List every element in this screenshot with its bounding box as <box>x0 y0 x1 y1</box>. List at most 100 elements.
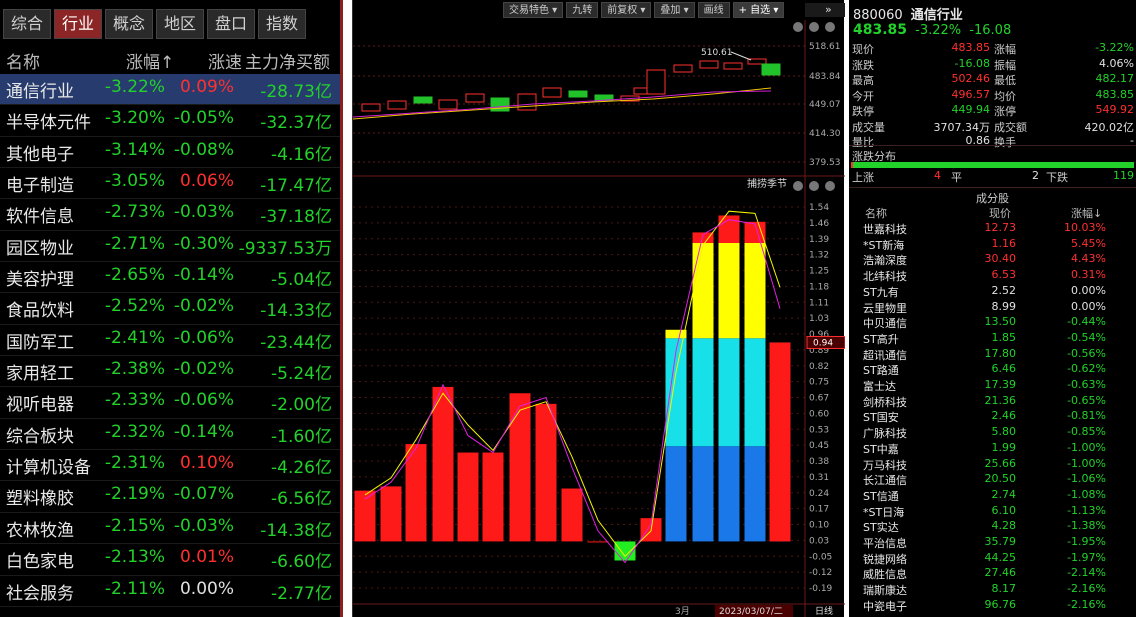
tab-1[interactable]: 行业 <box>54 9 102 39</box>
component-row[interactable]: 世嘉科技 12.73 10.03% <box>849 220 1136 236</box>
component-row[interactable]: 中贝通信 13.50 -0.44% <box>849 314 1136 330</box>
component-price: 8.17 <box>991 582 1017 596</box>
component-name: 剑桥科技 <box>863 395 907 409</box>
sector-row[interactable]: 电子制造 -3.05% 0.06% -17.47亿 <box>0 168 340 200</box>
component-row[interactable]: 北纬科技 6.53 0.31% <box>849 267 1136 283</box>
header-speed[interactable]: 涨速 <box>208 48 242 73</box>
component-row[interactable]: ST九有 2.52 0.00% <box>849 283 1136 299</box>
sector-netflow: -28.73亿 <box>260 82 332 102</box>
indicator-tick: 1.03 <box>809 314 829 324</box>
sector-row[interactable]: 社会服务 -2.11% 0.00% -2.77亿 <box>0 576 340 607</box>
toolbar-button-4[interactable]: 画线 <box>697 2 730 18</box>
component-row[interactable]: 平治信息 35.79 -1.95% <box>849 534 1136 550</box>
toolbar-button-2[interactable]: 前复权 ▾ <box>601 2 652 18</box>
sector-list-header: 名称 涨幅↑ 涨速 主力净买额 <box>0 44 340 74</box>
tab-0[interactable]: 综合 <box>3 9 51 39</box>
sector-name: 家用轻工 <box>6 364 74 385</box>
indicator-chart[interactable]: 1.541.461.391.321.251.181.111.030.960.89… <box>353 177 845 617</box>
component-change: -1.00% <box>1067 440 1106 454</box>
component-row[interactable]: 长江通信 20.50 -1.06% <box>849 471 1136 487</box>
component-row[interactable]: *ST新海 1.16 5.45% <box>849 236 1136 252</box>
sector-row[interactable]: 软件信息 -2.73% -0.03% -37.18亿 <box>0 199 340 231</box>
header-change[interactable]: 涨幅↑ <box>126 48 174 73</box>
indicator-tick: 0.24 <box>809 489 829 499</box>
sector-row[interactable]: 白色家电 -2.13% 0.01% -6.60亿 <box>0 544 340 576</box>
gear-icon[interactable] <box>793 181 803 191</box>
quote-label: 换手 <box>994 136 1016 149</box>
tab-5[interactable]: 指数 <box>258 9 306 39</box>
header-netflow[interactable]: 主力净买额 <box>245 48 330 73</box>
component-row[interactable]: ST中嘉 1.99 -1.00% <box>849 440 1136 456</box>
component-row[interactable]: *ST日海 6.10 -1.13% <box>849 503 1136 519</box>
candle <box>413 96 433 104</box>
toolbar-button-5[interactable]: + 自选 ▾ <box>732 2 785 18</box>
comp-header-name[interactable]: 名称 <box>865 205 887 221</box>
component-row[interactable]: 剑桥科技 21.36 -0.65% <box>849 393 1136 409</box>
sector-row[interactable]: 塑料橡胶 -2.19% -0.07% -6.56亿 <box>0 481 340 513</box>
comp-header-price[interactable]: 现价 <box>989 205 1011 221</box>
component-name: 中贝通信 <box>863 317 907 331</box>
toolbar-button-1[interactable]: 九转 <box>566 2 599 18</box>
sector-row[interactable]: 农林牧渔 -2.15% -0.03% -14.38亿 <box>0 513 340 545</box>
sector-row[interactable]: 半导体元件 -3.20% -0.05% -32.37亿 <box>0 105 340 137</box>
sector-speed: 0.10% <box>179 453 234 474</box>
sector-row[interactable]: 其他电子 -3.14% -0.08% -4.16亿 <box>0 137 340 169</box>
component-row[interactable]: ST国安 2.46 -0.81% <box>849 408 1136 424</box>
period-label[interactable]: 日线 <box>815 605 833 617</box>
close-icon[interactable] <box>825 22 835 32</box>
component-row[interactable]: ST信通 2.74 -1.08% <box>849 487 1136 503</box>
comp-header-change[interactable]: 涨幅↓ <box>1071 205 1102 221</box>
gear-icon[interactable] <box>793 22 803 32</box>
sector-row[interactable]: 家用轻工 -2.38% -0.02% -5.24亿 <box>0 356 340 388</box>
component-row[interactable]: ST高升 1.85 -0.54% <box>849 330 1136 346</box>
quote-row: 现价 483.85 涨幅 -3.22% <box>849 40 1136 56</box>
help-icon[interactable] <box>809 181 819 191</box>
quote-value: 496.57 <box>951 87 991 101</box>
component-row[interactable]: 云里物里 8.99 0.00% <box>849 299 1136 315</box>
component-row[interactable]: 富士达 17.39 -0.63% <box>849 377 1136 393</box>
component-change: -1.06% <box>1067 472 1106 486</box>
sector-speed: 0.01% <box>179 547 234 568</box>
tab-3[interactable]: 地区 <box>156 9 204 39</box>
header-name[interactable]: 名称 <box>6 48 40 73</box>
component-row[interactable]: 中瓷电子 96.76 -2.16% <box>849 597 1136 613</box>
component-row[interactable]: 瑞斯康达 8.17 -2.16% <box>849 581 1136 597</box>
help-icon[interactable] <box>809 22 819 32</box>
component-row[interactable]: 锐捷网络 44.25 -1.97% <box>849 550 1136 566</box>
sector-row[interactable]: 通信行业 -3.22% 0.09% -28.73亿 <box>0 74 340 106</box>
separator <box>849 187 1136 188</box>
toolbar-button-3[interactable]: 叠加 ▾ <box>654 2 695 18</box>
sector-row[interactable]: 综合板块 -2.32% -0.14% -1.60亿 <box>0 419 340 451</box>
tab-2[interactable]: 概念 <box>105 9 153 39</box>
expand-icon[interactable]: » <box>825 3 832 16</box>
component-change: -1.08% <box>1067 487 1106 501</box>
tab-4[interactable]: 盘口 <box>207 9 255 39</box>
sector-change: -2.38% <box>104 359 165 380</box>
component-row[interactable]: ST路通 6.46 -0.62% <box>849 361 1136 377</box>
sector-row[interactable]: 计算机设备 -2.31% 0.10% -4.26亿 <box>0 450 340 482</box>
component-row[interactable]: ST实达 4.28 -1.38% <box>849 518 1136 534</box>
sector-speed: -0.02% <box>173 359 234 380</box>
component-row[interactable]: 浩瀚深度 30.40 4.43% <box>849 251 1136 267</box>
indicator-tick: 0.67 <box>809 394 829 404</box>
component-row[interactable]: 威胜信息 27.46 -2.14% <box>849 565 1136 581</box>
sector-name: 农林牧渔 <box>6 520 74 541</box>
toolbar-button-0[interactable]: 交易特色 ▾ <box>503 2 564 18</box>
component-row[interactable]: 万马科技 25.66 -1.00% <box>849 456 1136 472</box>
sector-row[interactable]: 园区物业 -2.71% -0.30% -9337.53万 <box>0 231 340 263</box>
x-month-label: 3月 <box>675 606 690 617</box>
sector-row[interactable]: 美容护理 -2.65% -0.14% -5.04亿 <box>0 262 340 294</box>
component-row[interactable]: 超讯通信 17.80 -0.56% <box>849 346 1136 362</box>
close-icon[interactable] <box>825 181 835 191</box>
component-price: 17.80 <box>984 346 1017 360</box>
sector-row[interactable]: 食品饮料 -2.52% -0.02% -14.33亿 <box>0 293 340 325</box>
indicator-tick: 0.75 <box>809 378 829 388</box>
quote-change-pct: -3.22% <box>915 23 962 38</box>
sector-row[interactable]: 国防军工 -2.41% -0.06% -23.44亿 <box>0 325 340 357</box>
separator <box>849 145 1136 146</box>
component-row[interactable]: 广脉科技 5.80 -0.85% <box>849 424 1136 440</box>
up-label: 上涨 <box>852 171 874 184</box>
sector-row[interactable]: 视听电器 -2.33% -0.06% -2.00亿 <box>0 387 340 419</box>
candle <box>438 99 458 110</box>
component-change: -1.00% <box>1067 456 1106 470</box>
